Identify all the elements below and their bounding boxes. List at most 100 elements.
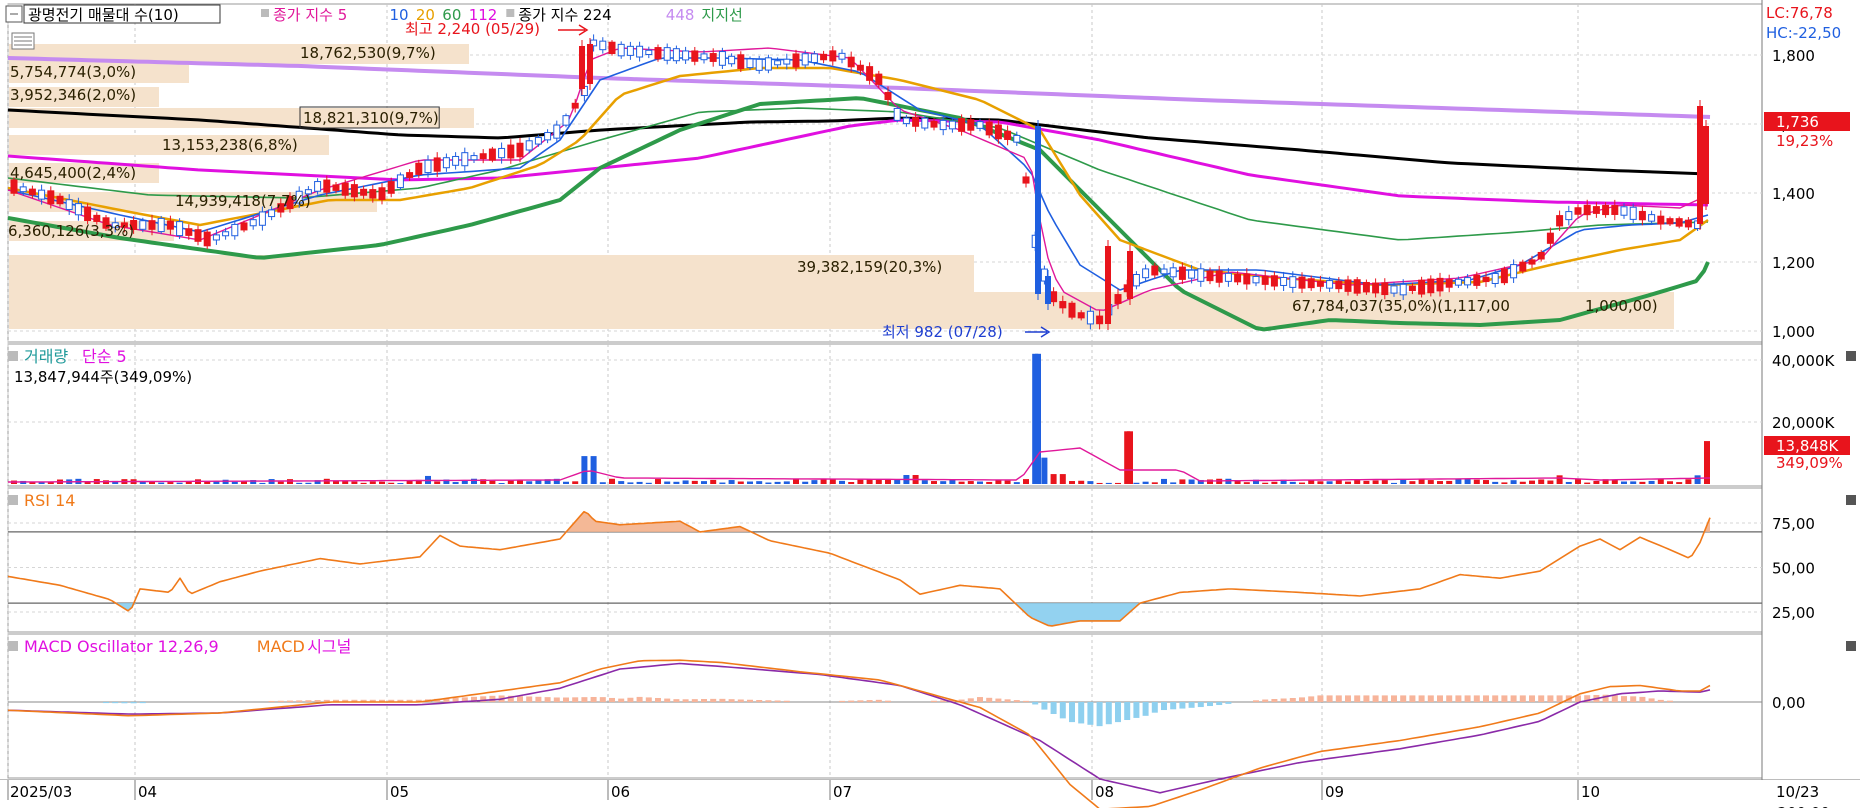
- volume-bar: [1400, 479, 1407, 484]
- candle-body: [1151, 265, 1159, 276]
- macd-oscillator-bar: [1464, 695, 1471, 702]
- volume-legend-item[interactable]: 거래량: [24, 347, 68, 366]
- panel-close-icon[interactable]: [1846, 641, 1856, 651]
- candle-body: [1096, 315, 1104, 325]
- panel-close-icon[interactable]: [1846, 495, 1856, 505]
- panel-close-icon[interactable]: [1846, 351, 1856, 361]
- volume-bar: [379, 481, 385, 484]
- candle-body: [1611, 205, 1619, 215]
- volume-bar: [645, 482, 652, 484]
- macd-oscillator-bar: [618, 698, 625, 702]
- volume-bar: [1050, 474, 1057, 484]
- macd-oscillator-bar: [1345, 695, 1351, 702]
- candle-body: [912, 117, 920, 127]
- macd-oscillator-bar: [673, 699, 680, 702]
- volume-bar: [986, 481, 993, 484]
- volume-bar: [452, 482, 459, 484]
- volume-bar: [526, 481, 533, 484]
- candle-body: [958, 118, 966, 132]
- chart-canvas[interactable]: 2,0001,8001,6001,4001,2001,00018,762,530…: [0, 0, 1860, 808]
- volume-bar: [995, 480, 1002, 484]
- candle-body: [1454, 278, 1462, 286]
- macd-oscillator-bar: [1667, 700, 1673, 702]
- volume-bar: [1151, 482, 1158, 484]
- legend-series-marker: [261, 9, 269, 17]
- macd-oscillator-bar: [1197, 702, 1204, 708]
- candle-body: [737, 54, 745, 70]
- volume-legend-item[interactable]: 단순 5: [82, 347, 127, 366]
- candle-body: [587, 44, 593, 84]
- price-legend-item[interactable]: 종가 지수 5: [273, 6, 347, 24]
- macd-oscillator-bar: [1648, 698, 1655, 702]
- volume-bar: [618, 481, 625, 484]
- volume-bar: [1446, 480, 1453, 484]
- price-legend-item[interactable]: 10: [390, 6, 409, 24]
- volume-bar: [802, 481, 809, 484]
- candle-body: [1127, 251, 1133, 299]
- macd-oscillator-bar: [931, 700, 937, 702]
- volume-bar: [682, 480, 689, 484]
- volume-bar: [1676, 482, 1683, 484]
- candle-body: [1556, 215, 1564, 227]
- candle-body: [1022, 176, 1030, 184]
- macd-oscillator-bar: [609, 697, 615, 702]
- macd-oscillator-bar: [563, 697, 569, 702]
- volume-bar: [673, 481, 680, 484]
- macd-oscillator-bar: [1492, 695, 1499, 702]
- candle-body: [1666, 218, 1674, 225]
- candle-body: [341, 182, 349, 196]
- macd-oscillator-bar: [765, 700, 772, 702]
- macd-oscillator-bar: [1179, 702, 1186, 709]
- macd-oscillator-bar: [553, 697, 560, 702]
- macd-axis-tick: 0,00: [1772, 694, 1805, 712]
- macd-oscillator-bar: [1142, 702, 1149, 716]
- price-legend-item[interactable]: 20: [416, 6, 435, 24]
- candle-body: [1105, 246, 1111, 324]
- volume-bar: [1345, 481, 1351, 484]
- candle-body: [415, 162, 423, 175]
- macd-legend-item[interactable]: MACD: [257, 637, 305, 656]
- candle-body: [534, 137, 542, 145]
- macd-oscillator-bar: [1059, 702, 1066, 719]
- macd-oscillator-bar: [268, 700, 275, 702]
- macd-oscillator-bar: [1529, 695, 1535, 702]
- candle-body: [387, 181, 395, 194]
- candle-body: [709, 53, 717, 62]
- volume-bar: [921, 480, 928, 484]
- macd-oscillator-bar: [645, 697, 652, 702]
- volume-bar: [231, 481, 238, 484]
- volume-bar: [1096, 482, 1103, 484]
- macd-oscillator-bar: [1253, 700, 1259, 702]
- volume-bar: [563, 481, 569, 484]
- candle-body: [212, 234, 220, 241]
- price-legend-item[interactable]: 광명전기 매물대 수(10): [28, 6, 179, 24]
- macd-oscillator-bar: [1437, 695, 1443, 702]
- volume-bar: [507, 480, 514, 484]
- candle-body: [479, 153, 487, 160]
- price-legend-item[interactable]: 448: [666, 6, 695, 24]
- volume-bar: [1289, 481, 1296, 484]
- volume-bar: [1004, 480, 1011, 484]
- volume-bar: [774, 481, 781, 484]
- date-axis-label: 05: [390, 783, 409, 801]
- macd-legend-item[interactable]: 시그널: [307, 637, 351, 656]
- candle-body: [1362, 281, 1370, 293]
- legend-series-marker: [506, 9, 515, 17]
- macd-oscillator-bar: [517, 696, 523, 702]
- volume-bar: [1207, 479, 1213, 484]
- price-legend-item[interactable]: 종가 지수 224: [518, 6, 611, 24]
- macd-oscillator-bar: [1326, 695, 1333, 702]
- volume-pct-tag-text: 349,09%: [1776, 454, 1843, 472]
- volume-bar: [360, 482, 367, 484]
- macd-legend-item[interactable]: MACD Oscillator 12,26,9: [24, 637, 219, 656]
- macd-oscillator-bar: [1161, 702, 1167, 711]
- candle-body: [1537, 251, 1545, 260]
- price-legend-item[interactable]: 112: [469, 6, 498, 24]
- macd-oscillator-bar: [664, 698, 671, 702]
- rsi-legend-item[interactable]: RSI 14: [24, 491, 75, 510]
- price-legend-item[interactable]: 지지선: [701, 6, 742, 24]
- candle-body: [902, 117, 910, 125]
- candle-body: [203, 231, 211, 247]
- candle-body: [452, 155, 460, 166]
- price-legend-item[interactable]: 60: [442, 6, 461, 24]
